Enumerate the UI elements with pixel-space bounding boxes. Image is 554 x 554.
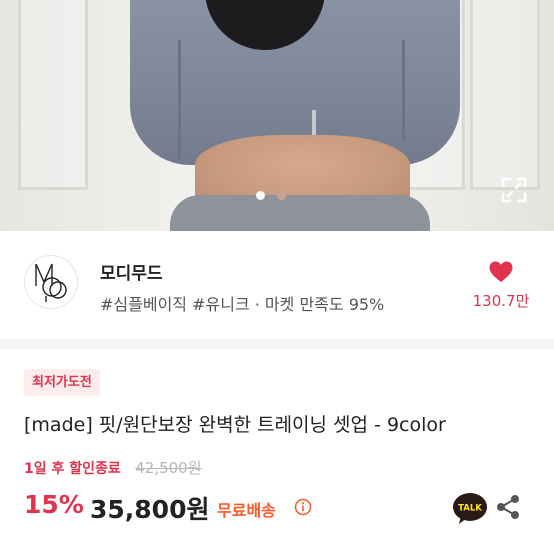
section-divider [0,339,554,349]
background-door [18,0,88,190]
background-door [470,0,540,190]
sweatpants [170,195,430,231]
drawstring [178,40,181,160]
kakaotalk-icon[interactable]: TALK [452,491,488,527]
carousel-indicator [256,191,286,200]
expand-icon[interactable] [500,176,528,204]
discount-rate: 15% [24,490,84,519]
seller-name[interactable]: 모디무드 [100,259,163,284]
seller-tags: #심플베이직 #유니크 · 마켓 만족도 95% [100,295,385,314]
sale-timer: 1일 후 할인종료 [24,461,121,477]
sale-info: 1일 후 할인종료 42,500원 [24,457,202,478]
seller-logo[interactable] [24,255,78,309]
carousel-dot-active[interactable] [256,191,265,200]
original-price: 42,500원 [135,459,202,477]
sale-price: 35,800원 [90,495,210,524]
free-shipping-label: 무료배송 [217,501,276,520]
heart-icon[interactable] [488,260,514,284]
lowest-price-badge: 최저가도전 [24,369,100,396]
like-count: 130.7만 [472,292,530,310]
product-title: [made] 핏/원단보장 완벽한 트레이닝 셋업 - 9color [24,414,446,436]
talk-label: TALK [458,504,482,514]
product-image[interactable] [0,0,554,231]
info-icon[interactable] [294,498,312,516]
seller-logo-mark [35,263,67,302]
seller-row[interactable]: 모디무드 #심플베이직 #유니크 · 마켓 만족도 95% 130.7만 [0,231,554,339]
carousel-dot[interactable] [277,191,286,200]
share-icon[interactable] [494,493,522,521]
drawstring [402,40,405,140]
